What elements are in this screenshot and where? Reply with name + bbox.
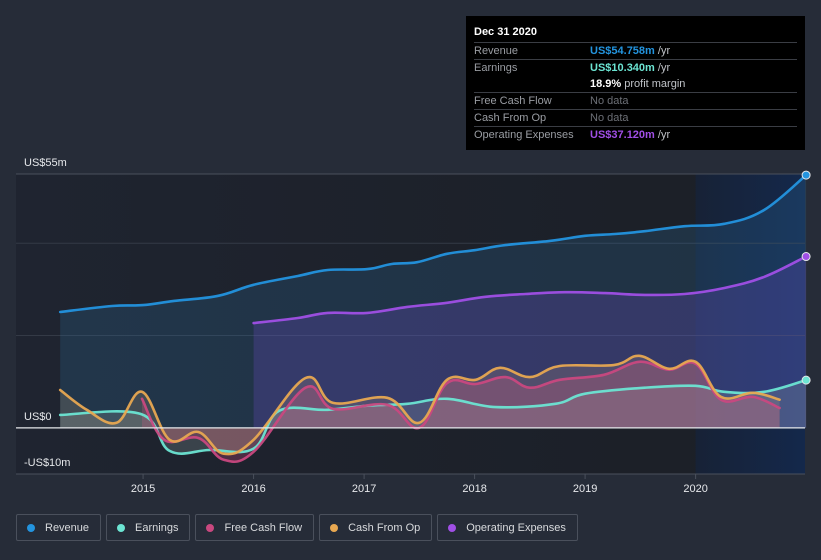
tooltip-row-value: No data bbox=[590, 112, 629, 124]
operating-expenses-end-marker[interactable] bbox=[801, 252, 811, 262]
legend-dot-icon bbox=[330, 523, 339, 532]
x-tick-label: 2017 bbox=[352, 483, 376, 495]
legend-item-operating-expenses[interactable]: Operating Expenses bbox=[437, 514, 578, 541]
revenue-end-marker[interactable] bbox=[801, 170, 811, 180]
tooltip-row: 18.9% profit margin bbox=[474, 76, 797, 93]
x-tick-label: 2016 bbox=[241, 483, 265, 495]
legend-item-free-cash-flow[interactable]: Free Cash Flow bbox=[195, 514, 315, 541]
legend-dot-icon bbox=[448, 523, 457, 532]
x-tick-label: 2018 bbox=[462, 483, 486, 495]
legend-dot-icon bbox=[206, 523, 215, 532]
tooltip-row: Operating Expenses US$37.120m /yr bbox=[474, 127, 797, 143]
x-tick-label: 2019 bbox=[573, 483, 597, 495]
tooltip-row: Cash From Op No data bbox=[474, 110, 797, 127]
legend-label: Operating Expenses bbox=[466, 521, 566, 534]
tooltip-row-value: US$54.758m bbox=[590, 45, 655, 57]
tooltip-row-unit: /yr bbox=[654, 129, 671, 141]
tooltip-row-unit: profit margin bbox=[621, 78, 686, 90]
tooltip-row-label: Revenue bbox=[474, 45, 519, 57]
tooltip-row-label: Earnings bbox=[474, 62, 518, 74]
tooltip-row-value: 18.9% bbox=[590, 78, 622, 90]
tooltip-row-unit: /yr bbox=[654, 62, 671, 74]
legend-label: Cash From Op bbox=[348, 521, 421, 534]
y-tick-label: US$55m bbox=[24, 157, 67, 169]
tooltip-panel: Dec 31 2020 Revenue US$54.758m /yr Earning… bbox=[466, 16, 805, 150]
legend-label: Free Cash Flow bbox=[224, 521, 303, 534]
x-tick-label: 2015 bbox=[131, 483, 155, 495]
legend-label: Revenue bbox=[45, 521, 90, 534]
tooltip-row: Earnings US$10.340m /yr bbox=[474, 60, 797, 76]
legend-label: Earnings bbox=[135, 521, 179, 534]
legend-item-earnings[interactable]: Earnings bbox=[106, 514, 191, 541]
x-tick-label: 2020 bbox=[683, 483, 707, 495]
legend: Revenue Earnings Free Cash Flow Cash From O… bbox=[16, 514, 578, 541]
tooltip-row-label bbox=[474, 76, 590, 92]
y-tick-label: -US$10m bbox=[24, 457, 70, 469]
legend-dot-icon bbox=[117, 523, 126, 532]
y-tick-label: US$0 bbox=[24, 411, 52, 423]
legend-item-revenue[interactable]: Revenue bbox=[16, 514, 102, 541]
tooltip-row-label: Cash From Op bbox=[474, 112, 547, 124]
tooltip-row-unit: /yr bbox=[654, 45, 671, 57]
tooltip-row-label: Free Cash Flow bbox=[474, 95, 552, 107]
tooltip-row-label: Operating Expenses bbox=[474, 129, 574, 141]
tooltip-row-value: No data bbox=[590, 95, 629, 107]
tooltip-row-value: US$37.120m bbox=[590, 129, 655, 141]
legend-item-cash-from-op[interactable]: Cash From Op bbox=[319, 514, 433, 541]
tooltip-row: Revenue US$54.758m /yr bbox=[474, 43, 797, 60]
legend-dot-icon bbox=[27, 523, 35, 532]
tooltip-row-value: US$10.340m bbox=[590, 62, 655, 74]
tooltip-row: Free Cash Flow No data bbox=[474, 93, 797, 110]
tooltip-date: Dec 31 2020 bbox=[474, 24, 797, 43]
earnings-end-marker[interactable] bbox=[801, 375, 811, 385]
